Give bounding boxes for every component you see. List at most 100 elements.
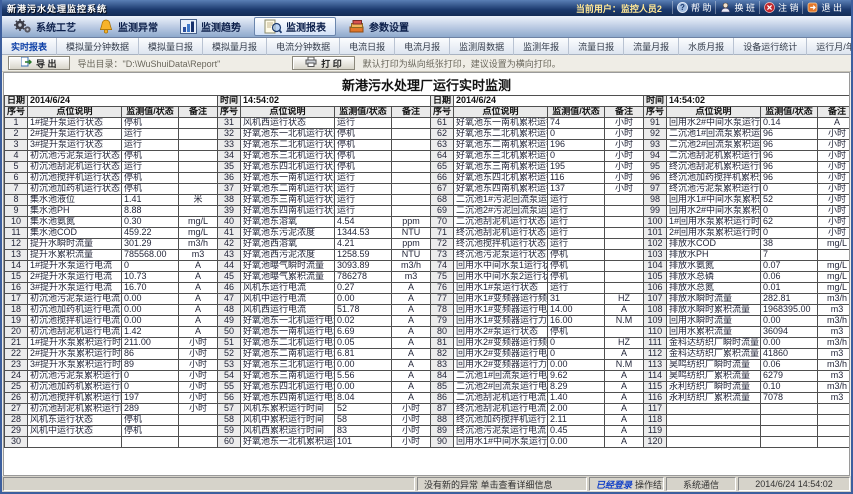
table-cell: 回用水2#泵运行状态 (454, 327, 548, 338)
menu-item-report[interactable]: 监测报表 (254, 17, 336, 36)
export-icon (21, 57, 32, 69)
table-cell: 二沉池1#污泥回流泵运行状态 (454, 195, 548, 206)
column-header: 备注 (392, 107, 431, 118)
table-cell: 2.11 (548, 415, 605, 426)
table-cell: 二沉池1#回流泵运行电流 (454, 371, 548, 382)
table-row: 28风机东运行状态停机58风机中累积运行时间58小时88终沉池加药搅拌机运行电流… (5, 415, 851, 426)
table-row: 6初沉池搅拌机运行状态停机36好氧池东一南机运行状态运行66好氧池东四北机累积运… (5, 173, 851, 184)
print-button[interactable]: 打 印 (292, 56, 355, 70)
table-cell: 停机 (122, 173, 179, 184)
table-cell: 终沉池加药搅拌机累积运行时间 (667, 173, 761, 184)
tab-item-7[interactable]: 监测周数据 (450, 38, 514, 55)
table-cell: 回用水2#中间水泵累积运行时间 (667, 206, 761, 217)
table-cell (392, 140, 431, 151)
table-cell: 47 (218, 294, 241, 305)
table-cell: 25 (5, 382, 28, 393)
tab-item-6[interactable]: 电流月报 (395, 38, 450, 55)
table-cell: 8 (5, 195, 28, 206)
table-cell: 99 (644, 206, 667, 217)
menu-item-chart[interactable]: 监测趋势 (171, 17, 250, 36)
table-cell: 好氧池东二南机运行状态 (241, 184, 335, 195)
table-cell: 0 (548, 151, 605, 162)
table-cell: 24 (5, 371, 28, 382)
table-cell: 52 (335, 404, 392, 415)
tab-item-3[interactable]: 模拟量月报 (203, 38, 267, 55)
table-cell: A (179, 261, 218, 272)
table-cell: m3/h (818, 338, 850, 349)
table-cell: 6 (5, 173, 28, 184)
table-cell: 101 (335, 437, 392, 448)
table-cell: 1#回用水泵累积运行时间 (667, 217, 761, 228)
table-cell: A (179, 272, 218, 283)
table-cell: 95 (644, 162, 667, 173)
table-row: 27初沉池刮泥机累积运行时间289小时57风机东累积运行时间52小时87终沉池刮… (5, 404, 851, 415)
tab-item-2[interactable]: 模拟量日报 (139, 38, 203, 55)
logout-button[interactable]: 注 销 (759, 1, 803, 14)
alarm-status-panel[interactable]: 没有新的异常 单击查看详细信息 (417, 477, 587, 491)
table-cell: 小时 (818, 173, 850, 184)
svg-text:?: ? (680, 3, 685, 12)
table-cell: 好氧池东三南机累积运行时间 (454, 162, 548, 173)
table-cell: 56 (218, 393, 241, 404)
tab-item-13[interactable]: 运行月/年报 (807, 38, 853, 55)
table-cell: 0.00 (548, 437, 605, 448)
table-cell: 永利纺织厂累积流量 (667, 393, 761, 404)
table-cell: 好氧池东四南机累积运行时间 (454, 184, 548, 195)
table-cell: 94 (644, 151, 667, 162)
table-cell: 107 (644, 294, 667, 305)
table-cell: A (605, 371, 644, 382)
table-cell: 好氧池西溶氧 (241, 239, 335, 250)
export-button[interactable]: 导 出 (8, 56, 70, 70)
table-cell: 运行 (122, 162, 179, 173)
table-cell: A (392, 327, 431, 338)
table-cell: 7078 (761, 393, 818, 404)
menu-item-label: 监测趋势 (201, 19, 241, 34)
exit-button[interactable]: 退 出 (802, 1, 846, 14)
table-cell: 0.45 (548, 426, 605, 437)
table-cell: 好氧池东一北机运行状态 (241, 129, 335, 140)
menu-item-gears[interactable]: 系统工艺 (5, 17, 85, 36)
table-cell: 初沉池刮泥机运行状态 (28, 162, 122, 173)
table-cell (761, 426, 818, 437)
table-cell: 38 (761, 239, 818, 250)
table-cell: mg/L (179, 217, 218, 228)
logout-icon (764, 2, 775, 13)
tab-item-9[interactable]: 流量日报 (569, 38, 624, 55)
table-cell: 0 (122, 261, 179, 272)
table-cell (179, 118, 218, 129)
tab-item-10[interactable]: 流量月报 (624, 38, 679, 55)
menu-item-settings[interactable]: 参数设置 (340, 17, 418, 36)
table-cell: 二沉池2#回流泵运行电流 (454, 382, 548, 393)
tab-item-11[interactable]: 水质月报 (679, 38, 734, 55)
tab-item-5[interactable]: 电流日报 (340, 38, 395, 55)
table-cell: 0 (548, 338, 605, 349)
table-cell: 金科达纺织厂瞬时流量 (667, 338, 761, 349)
tab-item-4[interactable]: 电流分钟数据 (267, 38, 340, 55)
tab-item-12[interactable]: 设备运行统计 (734, 38, 807, 55)
table-cell: 2#提升水泵运行电流 (28, 272, 122, 283)
tab-item-1[interactable]: 模拟量分钟数据 (57, 38, 139, 55)
table-cell: A (818, 118, 850, 129)
table-cell: m3 (392, 272, 431, 283)
shift-button[interactable]: 换 班 (715, 1, 759, 14)
help-button[interactable]: ?帮 助 (672, 1, 716, 14)
table-cell: 96 (761, 129, 818, 140)
table-cell: A (392, 393, 431, 404)
menu-item-bell[interactable]: 监测异常 (89, 17, 167, 36)
table-cell: 0.06 (761, 272, 818, 283)
table-cell: 53 (218, 360, 241, 371)
table-cell: 35 (218, 162, 241, 173)
exit-icon (807, 2, 818, 13)
table-cell: 0 (122, 382, 179, 393)
table-cell: m3/h (818, 382, 850, 393)
table-cell: 116 (644, 393, 667, 404)
tab-item-0[interactable]: 实时报表 (2, 38, 57, 55)
table-cell: 风机中运行状态 (28, 426, 122, 437)
table-cell: 211.00 (122, 338, 179, 349)
table-cell: 运行 (335, 118, 392, 129)
table-cell: mg/L (179, 228, 218, 239)
table-cell: A (605, 349, 644, 360)
table-cell: 0.00 (122, 316, 179, 327)
table-cell: 2 (5, 129, 28, 140)
tab-item-8[interactable]: 监测年报 (514, 38, 569, 55)
